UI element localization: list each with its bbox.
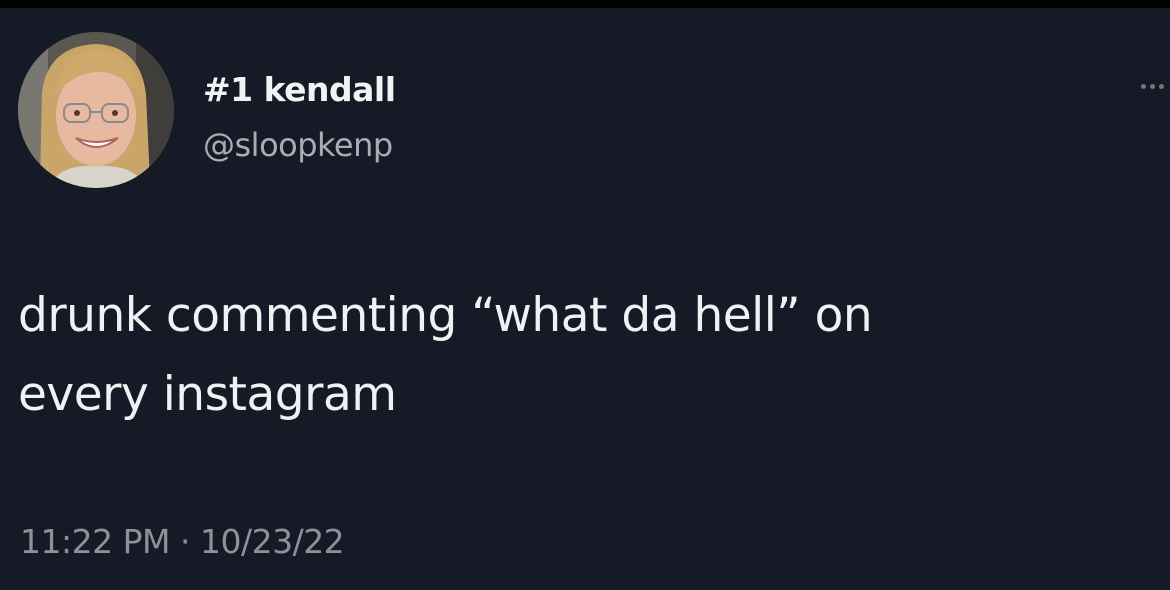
tweet-date: 10/23/22 (199, 522, 345, 561)
tweet-text: drunk commenting “what da hell” on every… (18, 288, 873, 422)
more-options-icon[interactable] (1124, 66, 1164, 106)
more-dot (1150, 83, 1155, 89)
avatar-photo (18, 32, 174, 188)
tweet-timestamp[interactable]: 11:22 PM · 10/23/22 (20, 522, 345, 561)
tweet-time: 11:22 PM (20, 522, 170, 561)
tweet-card: #1 kendall @sloopkenp drunk commenting “… (0, 8, 1170, 590)
top-edge-bar (0, 0, 1170, 8)
more-dot (1141, 83, 1146, 89)
timestamp-separator: · (179, 522, 191, 561)
user-handle[interactable]: @sloopkenp (203, 126, 393, 164)
more-dot (1159, 83, 1164, 89)
display-name[interactable]: #1 kendall (203, 70, 396, 109)
avatar[interactable] (18, 32, 174, 188)
